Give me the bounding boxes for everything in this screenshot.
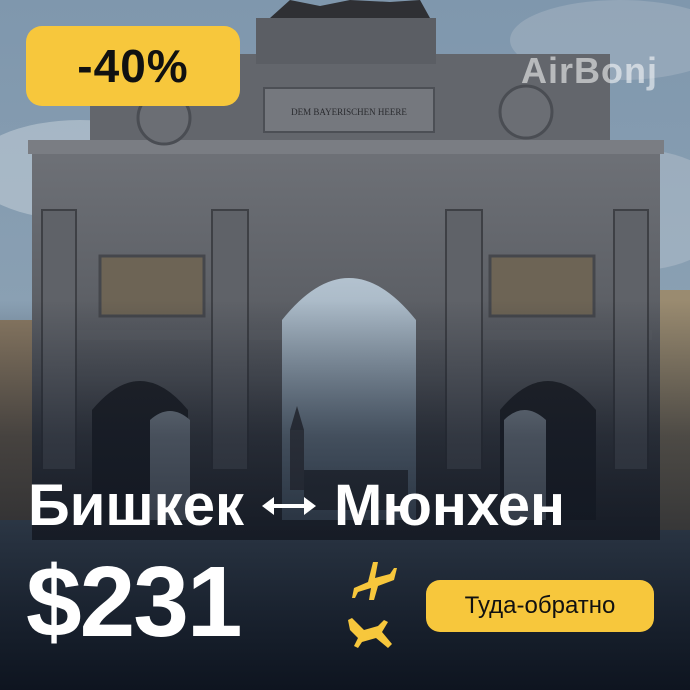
- monument-inscription: DEM BAYERISCHEN HEERE: [291, 107, 407, 117]
- price: $231: [26, 546, 242, 658]
- brand-logo: AirBonj: [521, 50, 658, 91]
- trip-type-badge: Туда-обратно: [426, 580, 654, 632]
- discount-label: -40%: [77, 40, 189, 92]
- route: Бишкек Мюнхен: [28, 472, 565, 539]
- route-from: Бишкек: [28, 473, 244, 538]
- route-to: Мюнхен: [334, 473, 565, 538]
- airplane-takeoff-landing-icon: [348, 562, 397, 648]
- bidirectional-arrow-icon: [262, 496, 316, 515]
- promo-banner: DEM BAYERISCHEN HEERE -40% AirBonj Бишке…: [0, 0, 690, 690]
- discount-badge: -40%: [26, 26, 240, 106]
- trip-type-label: Туда-обратно: [464, 592, 616, 619]
